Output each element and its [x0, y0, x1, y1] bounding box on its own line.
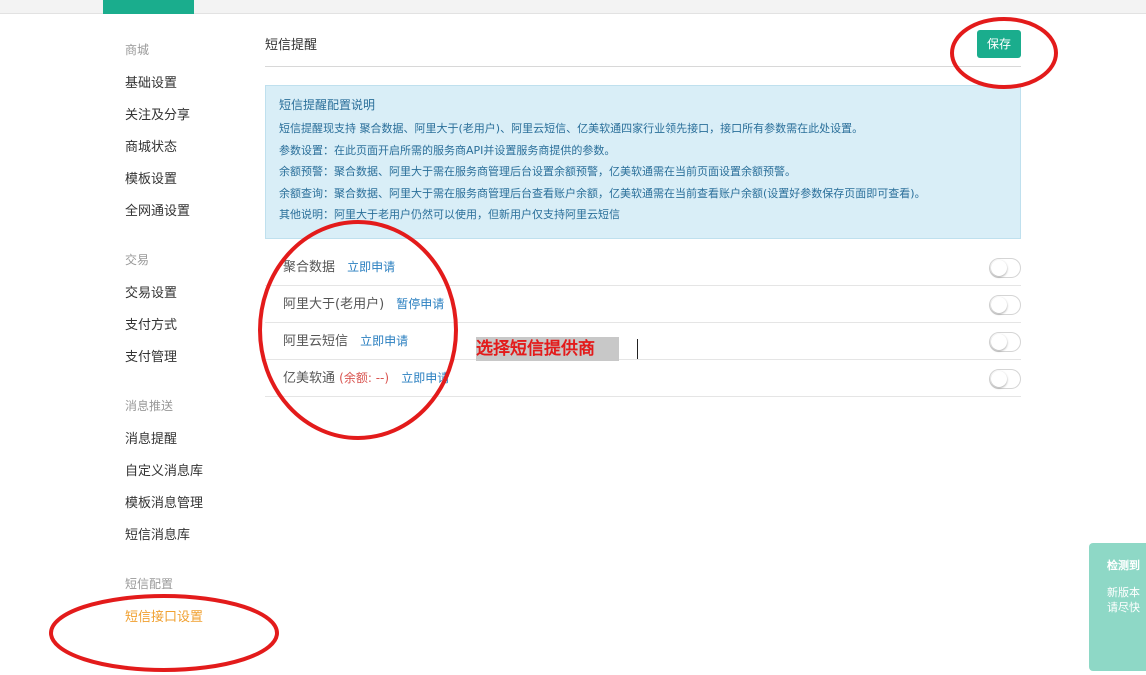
provider-name: 亿美软通: [283, 371, 336, 386]
provider-name: 聚合数据: [283, 260, 336, 275]
sidebar-group-title: 消息推送: [125, 399, 174, 413]
info-line: 余额查询：聚合数据、阿里大于需在服务商管理后台查看账户余额，亿美软通需在当前查看…: [279, 186, 926, 200]
annotation-text: 选择短信提供商: [476, 339, 595, 359]
provider-row-aliyun-sms: 阿里云短信 立即申请: [265, 323, 1021, 360]
provider-apply-link[interactable]: 立即申请: [401, 371, 449, 385]
top-nav-bar: [0, 0, 1146, 14]
top-nav-active-tab[interactable]: [103, 0, 194, 14]
provider-row-juhe: 聚合数据 立即申请: [265, 249, 1021, 286]
notice-line: 新版本: [1107, 586, 1140, 599]
provider-apply-link[interactable]: 立即申请: [360, 334, 408, 348]
sidebar-item-payment-methods[interactable]: 支付方式: [125, 310, 245, 342]
sidebar-item-follow-share[interactable]: 关注及分享: [125, 100, 245, 132]
save-button[interactable]: 保存: [977, 30, 1021, 58]
sidebar-item-template-message-management[interactable]: 模板消息管理: [125, 488, 245, 520]
sidebar-item-custom-message-library[interactable]: 自定义消息库: [125, 456, 245, 488]
provider-name: 阿里大于(老用户): [283, 297, 385, 312]
toggle-knob: [991, 371, 1007, 387]
provider-balance: (余额: --): [339, 371, 390, 385]
provider-toggle[interactable]: [989, 258, 1021, 278]
provider-apply-link[interactable]: 立即申请: [347, 260, 395, 274]
sidebar-item-sms-interface-settings[interactable]: 短信接口设置: [125, 602, 245, 634]
provider-name: 阿里云短信: [283, 334, 349, 349]
sidebar-item-template-settings[interactable]: 模板设置: [125, 164, 245, 196]
info-line: 参数设置：在此页面开启所需的服务商API并设置服务商提供的参数。: [279, 143, 616, 157]
provider-row-alidayu: 阿里大于(老用户) 暂停申请: [265, 286, 1021, 323]
info-title: 短信提醒配置说明: [279, 98, 376, 112]
info-line: 其他说明：阿里大于老用户仍然可以使用，但新用户仅支持阿里云短信: [279, 208, 620, 221]
sidebar-item-basic-settings[interactable]: 基础设置: [125, 68, 245, 100]
sidebar-group-sms-config: 短信配置 短信接口设置: [125, 574, 245, 634]
toggle-knob: [991, 297, 1007, 313]
toggle-knob: [991, 334, 1007, 350]
sidebar-item-sms-message-library[interactable]: 短信消息库: [125, 520, 245, 552]
sidebar-group-message-push: 消息推送 消息提醒 自定义消息库 模板消息管理 短信消息库: [125, 396, 245, 552]
sidebar-group-trade: 交易 交易设置 支付方式 支付管理: [125, 250, 245, 374]
notice-title: 检测到: [1107, 559, 1140, 572]
sidebar-item-trade-settings[interactable]: 交易设置: [125, 278, 245, 310]
notice-line: 请尽快: [1107, 601, 1140, 614]
provider-list: 聚合数据 立即申请 阿里大于(老用户) 暂停申请 阿里云短信 立即申请 亿美软通…: [265, 249, 1021, 397]
sidebar-item-omnichannel-settings[interactable]: 全网通设置: [125, 196, 245, 228]
sidebar-group-title: 短信配置: [125, 577, 174, 591]
sidebar-item-mall-status[interactable]: 商城状态: [125, 132, 245, 164]
update-notice[interactable]: 检测到 新版本 请尽快: [1089, 543, 1146, 671]
page-header: 短信提醒 保存: [265, 28, 1021, 67]
sidebar: 商城 基础设置 关注及分享 商城状态 模板设置 全网通设置 交易 交易设置 支付…: [125, 30, 245, 656]
provider-toggle[interactable]: [989, 369, 1021, 389]
provider-toggle[interactable]: [989, 332, 1021, 352]
sidebar-group-title: 交易: [125, 253, 150, 267]
info-panel: 短信提醒配置说明 短信提醒现支持 聚合数据、阿里大于(老用户)、阿里云短信、亿美…: [265, 85, 1021, 239]
sidebar-item-payment-management[interactable]: 支付管理: [125, 342, 245, 374]
toggle-knob: [991, 260, 1007, 276]
provider-row-yimei: 亿美软通 (余额: --) 立即申请: [265, 360, 1021, 397]
sidebar-item-message-reminder[interactable]: 消息提醒: [125, 424, 245, 456]
provider-apply-link[interactable]: 暂停申请: [396, 297, 444, 311]
info-line: 余额预警：聚合数据、阿里大于需在服务商管理后台设置余额预警，亿美软通需在当前页面…: [279, 165, 796, 178]
info-line: 短信提醒现支持 聚合数据、阿里大于(老用户)、阿里云短信、亿美软通四家行业领先接…: [279, 122, 864, 135]
main-content: 短信提醒 保存 短信提醒配置说明 短信提醒现支持 聚合数据、阿里大于(老用户)、…: [265, 28, 1021, 397]
provider-toggle[interactable]: [989, 295, 1021, 315]
sidebar-group-mall: 商城 基础设置 关注及分享 商城状态 模板设置 全网通设置: [125, 40, 245, 228]
annotation-label: 选择短信提供商: [476, 337, 619, 361]
page-title: 短信提醒: [265, 38, 318, 53]
sidebar-group-title: 商城: [125, 43, 150, 57]
text-caret: [637, 339, 638, 359]
